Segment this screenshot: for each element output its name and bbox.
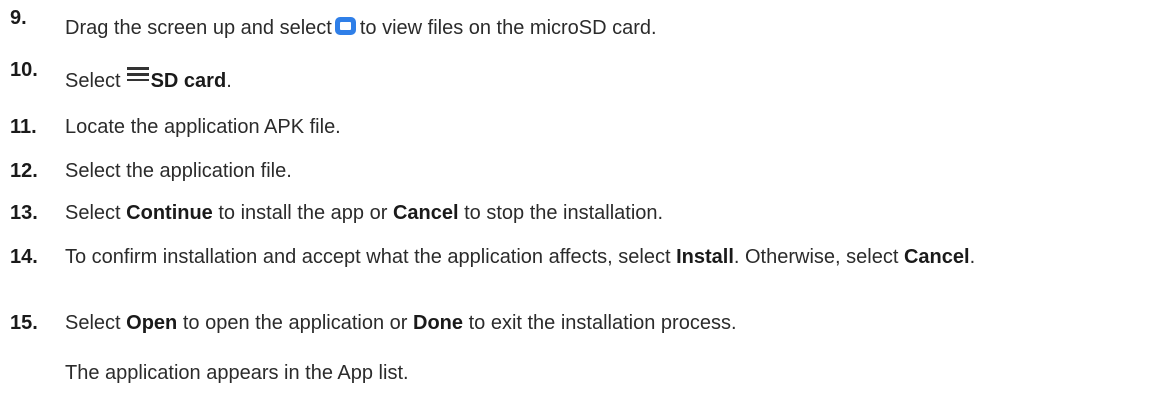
step-text: Locate the application APK file. [65,116,341,138]
step-number: 15. [10,312,38,334]
step-text: Select the application file. [65,160,292,182]
menu-icon [126,67,149,81]
instruction-steps: 9. Drag the screen up and select to view … [0,0,1171,412]
step-text: Select Open to open the application or D… [65,312,737,334]
step-number: 10. [10,59,38,81]
step-text: Select SD card. [65,67,1171,94]
step-number: 14. [10,246,38,268]
step-number: 13. [10,202,38,224]
step-number: 11. [10,116,37,138]
step-number: 12. [10,160,38,182]
step-text: To confirm installation and accept what … [65,246,976,268]
folder-icon [334,17,356,35]
step-number: 9. [10,7,27,29]
step-text: Select Continue to install the app or Ca… [65,202,664,224]
result-text: The application appears in the App list. [65,362,409,384]
step-text: Drag the screen up and select to view fil… [65,17,657,39]
